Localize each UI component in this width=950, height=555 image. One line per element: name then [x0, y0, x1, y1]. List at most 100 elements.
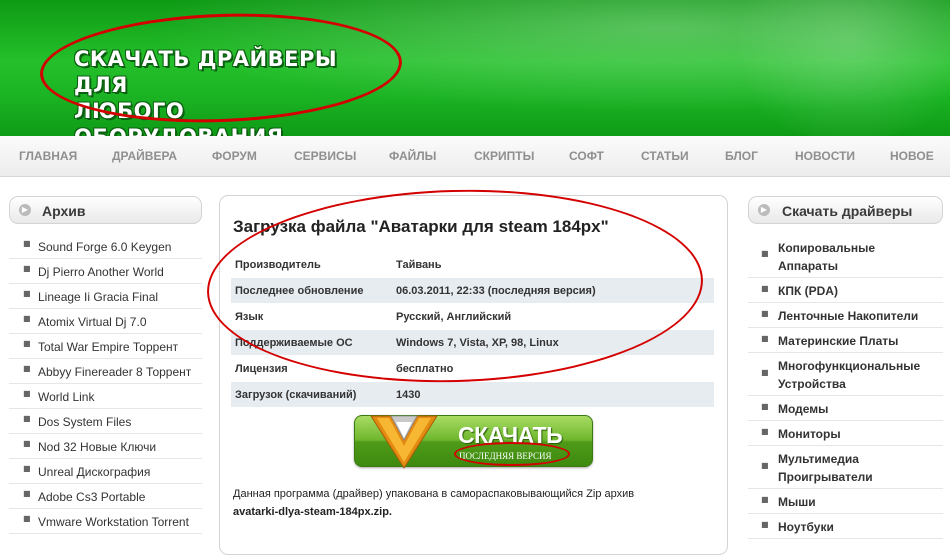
info-key: Язык [231, 303, 392, 330]
table-row: Производитель Тайвань [231, 251, 714, 278]
list-item[interactable]: ■ Многофункциональные Устройства [748, 353, 943, 396]
table-row: Поддерживаемые ОС Windows 7, Vista, XP, 9… [231, 329, 714, 356]
bullet-icon: ■ [23, 289, 31, 298]
nav-item-scripts[interactable]: СКРИПТЫ [474, 149, 534, 163]
download-button[interactable]: СКАЧАТЬ ПОСЛЕДНЯЯ ВЕРСИЯ [354, 415, 593, 469]
info-key: Производитель [231, 251, 392, 278]
nav-item-new[interactable]: НОВОЕ [890, 149, 934, 163]
category-link[interactable]: Мыши [778, 493, 816, 511]
left-sidebar-title: Архив [42, 203, 86, 219]
archive-link[interactable]: Sound Forge 6.0 Keygen [38, 240, 171, 254]
list-item[interactable]: ■ Dos System Files [9, 409, 202, 434]
nav-item-blog[interactable]: БЛОГ [725, 149, 758, 163]
right-sidebar-title: Скачать драйверы [782, 203, 913, 219]
list-item[interactable]: ■ Мыши [748, 489, 943, 514]
list-item[interactable]: ■ Dj Pierro Another World [9, 259, 202, 284]
category-label-line1: Мультимедиа [778, 452, 859, 466]
list-item[interactable]: ■ Мониторы [748, 421, 943, 446]
site-header: СКАЧАТЬ ДРАЙВЕРЫ ДЛЯ ЛЮБОГО ОБОРУДОВАНИЯ [0, 0, 950, 136]
list-item[interactable]: ■ Sound Forge 6.0 Keygen [9, 234, 202, 259]
bullet-icon: ■ [23, 364, 31, 373]
nav-item-forum[interactable]: ФОРУМ [212, 149, 257, 163]
list-item[interactable]: ■ Копировальные Аппараты [748, 234, 943, 278]
info-key: Лицензия [231, 355, 392, 382]
bullet-icon: ■ [761, 520, 769, 529]
archive-link[interactable]: Abbyy Finereader 8 Торрент [38, 365, 191, 379]
archive-link[interactable]: Total War Empire Торрент [38, 340, 178, 354]
bullet-icon: ■ [23, 414, 31, 423]
category-link[interactable]: Модемы [778, 400, 828, 418]
info-value: Русский, Английский [392, 303, 714, 330]
list-item[interactable]: ■ Материнские Платы [748, 328, 943, 353]
download-label: СКАЧАТЬ [458, 422, 563, 448]
bullet-icon: ■ [761, 402, 769, 411]
info-value: 06.03.2011, 22:33 (последняя версия) [392, 277, 714, 304]
download-panel: Загрузка файла "Аватарки для steam 184px… [204, 183, 728, 555]
list-item[interactable]: ■ КПК (PDA) [748, 278, 943, 303]
archive-link[interactable]: Vmware Workstation Torrent [38, 515, 189, 529]
bullet-icon: ■ [761, 427, 769, 436]
bullet-icon: ■ [23, 389, 31, 398]
info-key: Последнее обновление [231, 277, 392, 304]
list-item[interactable]: ■ Atomix Virtual Dj 7.0 [9, 309, 202, 334]
bullet-icon: ■ [761, 309, 769, 318]
list-item[interactable]: ■ Vmware Workstation Torrent [9, 509, 202, 534]
bullet-icon: ■ [761, 284, 769, 293]
bullet-icon: ■ [23, 514, 31, 523]
table-row: Загрузок (скачиваний) 1430 [231, 381, 714, 407]
left-sidebar-header: ▶ Архив [9, 196, 202, 224]
category-link[interactable]: Ленточные Накопители [778, 307, 918, 325]
list-item[interactable]: ■ World Link [9, 384, 202, 409]
archive-link[interactable]: Dj Pierro Another World [38, 265, 164, 279]
archive-link[interactable]: Unreal Дискография [38, 465, 150, 479]
list-item[interactable]: ■ Abbyy Finereader 8 Торрент [9, 359, 202, 384]
category-link[interactable]: Многофункциональные Устройства [778, 357, 920, 393]
category-link[interactable]: Материнские Платы [778, 332, 898, 350]
list-item[interactable]: ■ Ноутбуки [748, 514, 943, 539]
download-sublabel: ПОСЛЕДНЯЯ ВЕРСИЯ [459, 451, 552, 461]
nav-item-drivers[interactable]: ДРАЙВЕРА [112, 149, 177, 163]
table-row: Язык Русский, Английский [231, 303, 714, 330]
category-label-line2: Устройства [778, 377, 846, 391]
nav-item-services[interactable]: СЕРВИСЫ [294, 149, 356, 163]
nav-item-home[interactable]: ГЛАВНАЯ [19, 149, 77, 163]
archive-link[interactable]: Atomix Virtual Dj 7.0 [38, 315, 147, 329]
category-link[interactable]: КПК (PDA) [778, 282, 838, 300]
list-item[interactable]: ■ Total War Empire Торрент [9, 334, 202, 359]
category-link[interactable]: Мультимедиа Проигрыватели [778, 450, 873, 486]
list-item[interactable]: ■ Модемы [748, 396, 943, 421]
bullet-icon: ■ [761, 249, 769, 258]
list-item[interactable]: ■ Ленточные Накопители [748, 303, 943, 328]
nav-item-news[interactable]: НОВОСТИ [795, 149, 855, 163]
nav-item-files[interactable]: ФАЙЛЫ [389, 149, 436, 163]
list-item[interactable]: ■ Nod 32 Новые Ключи [9, 434, 202, 459]
category-link[interactable]: Ноутбуки [778, 518, 834, 536]
archive-link[interactable]: Nod 32 Новые Ключи [38, 440, 156, 454]
info-value: Тайвань [392, 251, 714, 278]
arrow-right-icon: ▶ [758, 204, 770, 216]
list-item[interactable]: ■ Мультимедиа Проигрыватели [748, 446, 943, 489]
list-item[interactable]: ■ Adobe Cs3 Portable [9, 484, 202, 509]
bullet-icon: ■ [761, 334, 769, 343]
bullet-icon: ■ [761, 368, 769, 377]
archive-link[interactable]: Lineage Ii Gracia Final [38, 290, 158, 304]
archive-link[interactable]: Adobe Cs3 Portable [38, 490, 145, 504]
category-label-line2: Проигрыватели [778, 470, 873, 484]
nav-item-soft[interactable]: СОФТ [569, 149, 604, 163]
package-note: Данная программа (драйвер) упакована в с… [233, 488, 635, 500]
archive-link[interactable]: Dos System Files [38, 415, 131, 429]
info-value: 1430 [392, 381, 714, 407]
left-sidebar: ▶ Архив ■ Sound Forge 6.0 Keygen ■ Dj Pier… [9, 196, 202, 545]
bullet-icon: ■ [23, 264, 31, 273]
list-item[interactable]: ■ Unreal Дискография [9, 459, 202, 484]
category-label-line1: Копировальные [778, 241, 876, 255]
nav-item-articles[interactable]: СТАТЬИ [641, 149, 689, 163]
info-value: бесплатно [392, 355, 714, 382]
list-item[interactable]: ■ Lineage Ii Gracia Final [9, 284, 202, 309]
category-link[interactable]: Копировальные Аппараты [778, 239, 875, 275]
archive-link[interactable]: World Link [38, 390, 94, 404]
info-key: Загрузок (скачиваний) [231, 381, 392, 407]
category-link[interactable]: Мониторы [778, 425, 841, 443]
bullet-icon: ■ [23, 339, 31, 348]
file-name: avatarki-dlya-steam-184px.zip. [233, 506, 392, 518]
